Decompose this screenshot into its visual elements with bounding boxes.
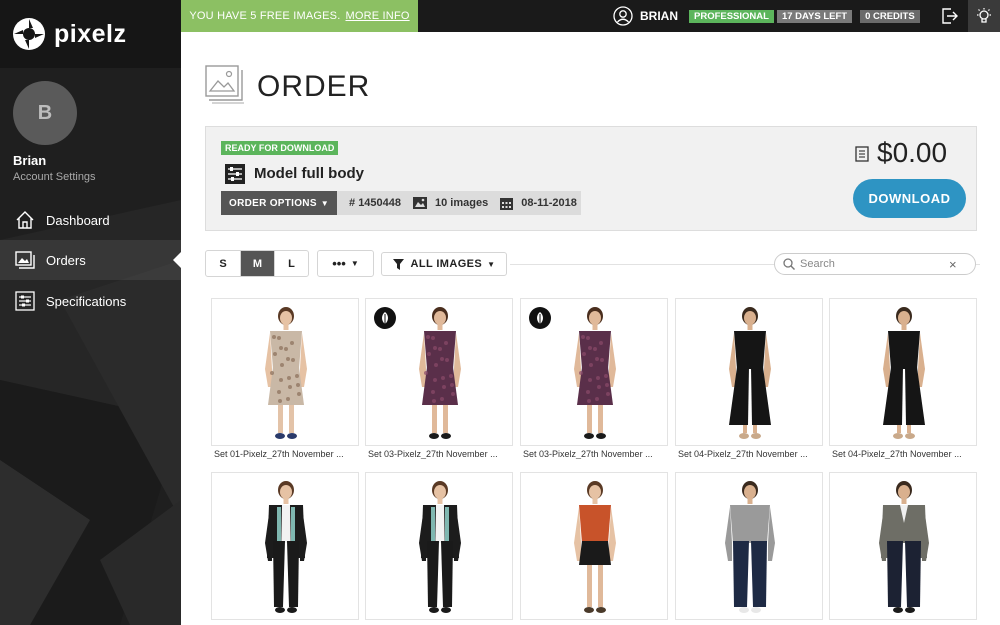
image-card[interactable]	[829, 472, 977, 620]
size-small-button[interactable]: S	[206, 251, 240, 276]
image-caption: Set 03-Pixelz_27th November ...	[368, 449, 498, 459]
avatar[interactable]: B	[13, 81, 77, 145]
top-username: BRIAN	[640, 9, 678, 23]
image-count-text: 10 images	[435, 197, 489, 209]
product-photo	[265, 307, 307, 439]
order-options-button[interactable]: ORDER OPTIONS ▼	[221, 191, 338, 215]
order-date-text: 08-11-2018	[521, 197, 577, 209]
product-photo	[883, 307, 925, 439]
logo-text: pixelz	[54, 19, 127, 48]
days-left-badge: 17 DAYS LEFT	[776, 9, 853, 23]
calendar-icon	[500, 197, 514, 210]
sidebar-item-label: Orders	[46, 252, 86, 268]
search-box: ×	[774, 253, 976, 275]
product-photo	[879, 481, 929, 613]
user-icon	[613, 6, 633, 26]
order-options-label: ORDER OPTIONS	[229, 197, 317, 209]
more-actions-button[interactable]: ••• ▼	[317, 250, 374, 277]
order-info-strip: ORDER OPTIONS ▼ # 1450448 10 images 08-1…	[221, 191, 581, 215]
sidebar-item-dashboard[interactable]: Dashboard	[0, 200, 181, 240]
image-card[interactable]	[829, 298, 977, 446]
image-caption: Set 04-Pixelz_27th November ...	[678, 449, 808, 459]
image-card[interactable]	[675, 472, 823, 620]
top-bar: YOU HAVE 5 FREE IMAGES. MORE INFO BRIAN …	[181, 0, 1000, 32]
image-card[interactable]	[211, 298, 359, 446]
status-badge: READY FOR DOWNLOAD	[221, 141, 339, 155]
account-settings-link[interactable]: Account Settings	[13, 171, 96, 183]
pixelz-logo-icon	[13, 18, 45, 50]
product-photo	[729, 307, 771, 439]
filter-icon	[392, 258, 404, 270]
image-card[interactable]	[365, 298, 513, 446]
banner-text: YOU HAVE 5 FREE IMAGES.	[189, 10, 341, 22]
product-photo	[574, 481, 616, 613]
size-medium-button[interactable]: M	[240, 251, 274, 276]
caret-down-icon: ▼	[350, 259, 359, 268]
order-date: 08-11-2018	[500, 197, 577, 210]
image-card[interactable]	[211, 472, 359, 620]
order-price: $0.00	[877, 137, 948, 168]
sidebar-item-orders[interactable]: Orders	[0, 240, 181, 280]
size-large-button[interactable]: L	[274, 251, 308, 276]
avatar-initial: B	[37, 101, 53, 124]
search-icon	[783, 258, 795, 270]
image-filter-dropdown[interactable]: ALL IMAGES ▼	[381, 252, 507, 276]
caret-down-icon: ▼	[487, 259, 496, 269]
image-count: 10 images	[413, 197, 488, 209]
more-info-link[interactable]: MORE INFO	[345, 10, 409, 22]
order-images-icon	[205, 65, 244, 104]
search-input[interactable]	[800, 258, 945, 270]
sliders-icon	[15, 291, 35, 311]
thumbnail-size-toggle: S M L	[205, 250, 309, 277]
download-button[interactable]: DOWNLOAD	[853, 179, 966, 218]
product-photo	[419, 481, 461, 613]
user-name: Brian	[13, 153, 47, 168]
image-icon	[413, 197, 428, 209]
credits-badge: 0 CREDITS	[860, 9, 920, 23]
logout-icon[interactable]	[941, 7, 959, 25]
plan-badge: PROFESSIONAL	[689, 9, 774, 23]
order-summary-panel: READY FOR DOWNLOAD Model full body ORDER…	[205, 126, 977, 231]
image-card[interactable]	[520, 298, 668, 446]
logo[interactable]: pixelz	[12, 16, 126, 52]
leaf-icon	[529, 307, 551, 329]
specification-icon	[225, 164, 245, 184]
more-label: •••	[332, 256, 346, 271]
top-user-info[interactable]: BRIAN PROFESSIONAL 17 DAYS LEFT 0 CREDIT…	[613, 6, 920, 26]
order-number-text: # 1450448	[349, 197, 402, 209]
caret-down-icon: ▼	[320, 198, 330, 208]
clear-search-icon[interactable]: ×	[949, 257, 957, 272]
lightbulb-button[interactable]	[968, 0, 1000, 32]
sidebar-item-label: Dashboard	[46, 212, 110, 228]
sidebar: pixelz B Brian Account Settings Dashboar…	[0, 0, 181, 625]
product-photo	[265, 481, 307, 613]
invoice-icon[interactable]	[855, 146, 869, 162]
image-card[interactable]	[675, 298, 823, 446]
image-caption: Set 01-Pixelz_27th November ...	[214, 449, 344, 459]
order-number: # 1450448	[349, 197, 401, 209]
filter-label: ALL IMAGES	[410, 258, 483, 270]
sidebar-item-specifications[interactable]: Specifications	[0, 281, 181, 321]
images-icon	[15, 251, 35, 269]
image-caption: Set 03-Pixelz_27th November ...	[523, 449, 653, 459]
page-title: ORDER	[257, 70, 371, 103]
order-name: Model full body	[254, 165, 364, 182]
lightbulb-icon	[977, 8, 991, 23]
free-images-banner: YOU HAVE 5 FREE IMAGES. MORE INFO	[181, 0, 418, 32]
sidebar-item-label: Specifications	[46, 293, 127, 309]
home-icon	[16, 211, 34, 229]
leaf-icon	[374, 307, 396, 329]
image-card[interactable]	[365, 472, 513, 620]
product-photo	[725, 481, 775, 613]
image-caption: Set 04-Pixelz_27th November ...	[832, 449, 962, 459]
image-card[interactable]	[520, 472, 668, 620]
